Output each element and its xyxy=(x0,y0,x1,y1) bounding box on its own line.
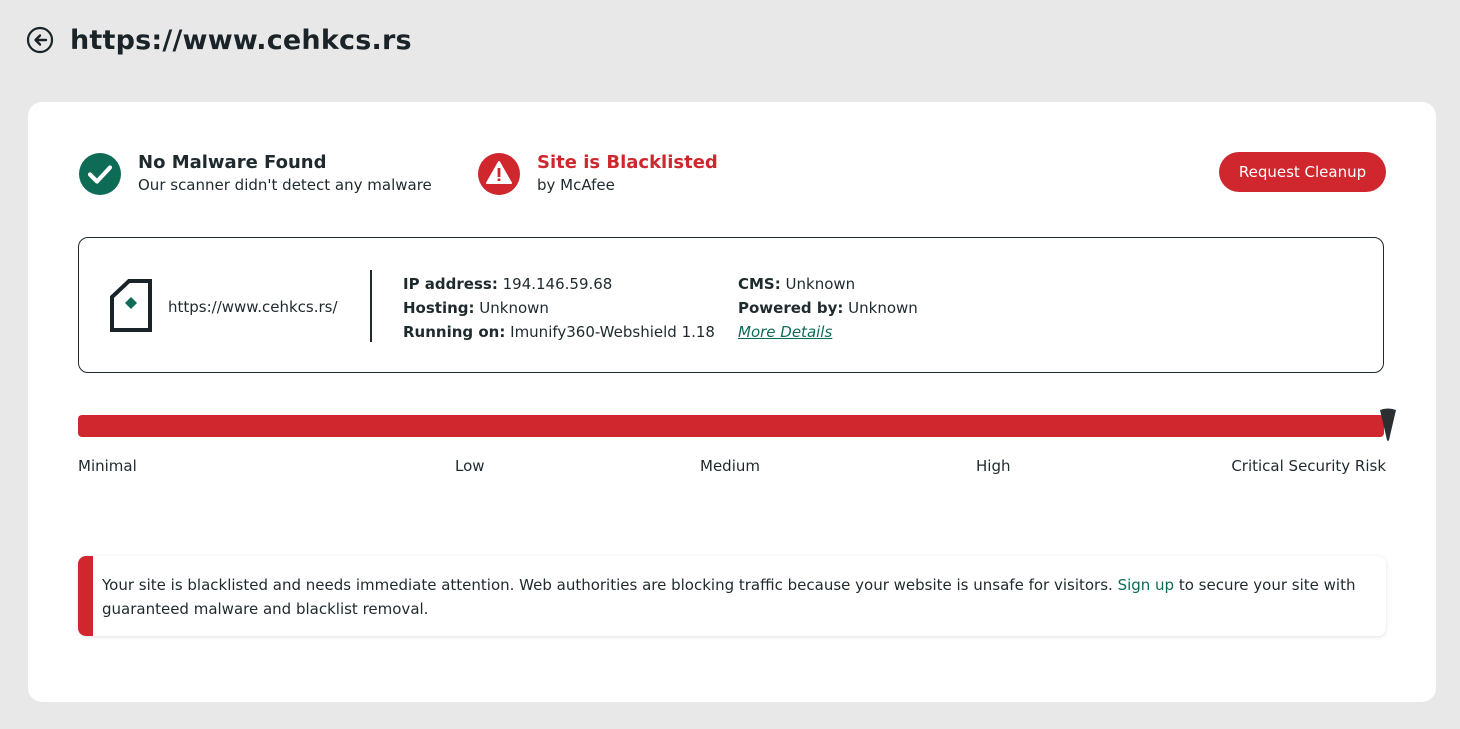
risk-label-low: Low xyxy=(455,457,485,475)
running-on-value: Imunify360-Webshield 1.18 xyxy=(510,323,715,341)
page-title: https://www.cehkcs.rs xyxy=(70,24,412,56)
malware-status-title: No Malware Found xyxy=(138,152,327,173)
scan-result-card: No Malware Found Our scanner didn't dete… xyxy=(28,102,1436,702)
warning-circle-icon xyxy=(478,153,520,195)
alert-message: Your site is blacklisted and needs immed… xyxy=(102,573,1356,621)
ip-label: IP address: xyxy=(403,275,498,293)
ip-value: 194.146.59.68 xyxy=(502,275,613,293)
site-url: https://www.cehkcs.rs/ xyxy=(168,298,338,316)
page-header: https://www.cehkcs.rs xyxy=(26,20,412,60)
site-info-box: https://www.cehkcs.rs/ IP address: 194.1… xyxy=(78,237,1384,373)
hosting-label: Hosting: xyxy=(403,299,475,317)
alert-text-before: Your site is blacklisted and needs immed… xyxy=(102,576,1118,594)
cms-value: Unknown xyxy=(785,275,856,293)
malware-status-subtitle: Our scanner didn't detect any malware xyxy=(138,176,432,194)
risk-label-critical: Critical Security Risk xyxy=(1231,457,1386,475)
running-on-label: Running on: xyxy=(403,323,506,341)
software-info: CMS: Unknown Powered by: Unknown More De… xyxy=(738,272,918,344)
risk-label-minimal: Minimal xyxy=(78,457,137,475)
website-icon xyxy=(110,279,152,332)
risk-level-bar xyxy=(78,415,1384,437)
alert-stripe xyxy=(78,556,93,636)
info-divider xyxy=(370,270,372,342)
arrow-left-circle-icon xyxy=(26,26,54,54)
risk-indicator-icon xyxy=(1380,408,1396,441)
powered-by-label: Powered by: xyxy=(738,299,844,317)
blacklist-alert: Your site is blacklisted and needs immed… xyxy=(78,556,1386,636)
blacklist-status-title: Site is Blacklisted xyxy=(537,152,718,173)
risk-label-high: High xyxy=(976,457,1011,475)
cms-label: CMS: xyxy=(738,275,781,293)
blacklist-status-subtitle: by McAfee xyxy=(537,176,615,194)
malware-status: No Malware Found Our scanner didn't dete… xyxy=(78,152,432,196)
blacklist-status: Site is Blacklisted by McAfee xyxy=(477,152,718,196)
risk-label-medium: Medium xyxy=(700,457,760,475)
back-button[interactable] xyxy=(26,26,54,54)
powered-by-value: Unknown xyxy=(848,299,918,317)
check-circle-icon xyxy=(79,153,121,195)
more-details-link[interactable]: More Details xyxy=(738,323,832,341)
request-cleanup-button[interactable]: Request Cleanup xyxy=(1219,152,1386,192)
hosting-value: Unknown xyxy=(479,299,549,317)
sign-up-link[interactable]: Sign up xyxy=(1118,576,1175,594)
server-info: IP address: 194.146.59.68 Hosting: Unkno… xyxy=(403,272,715,344)
